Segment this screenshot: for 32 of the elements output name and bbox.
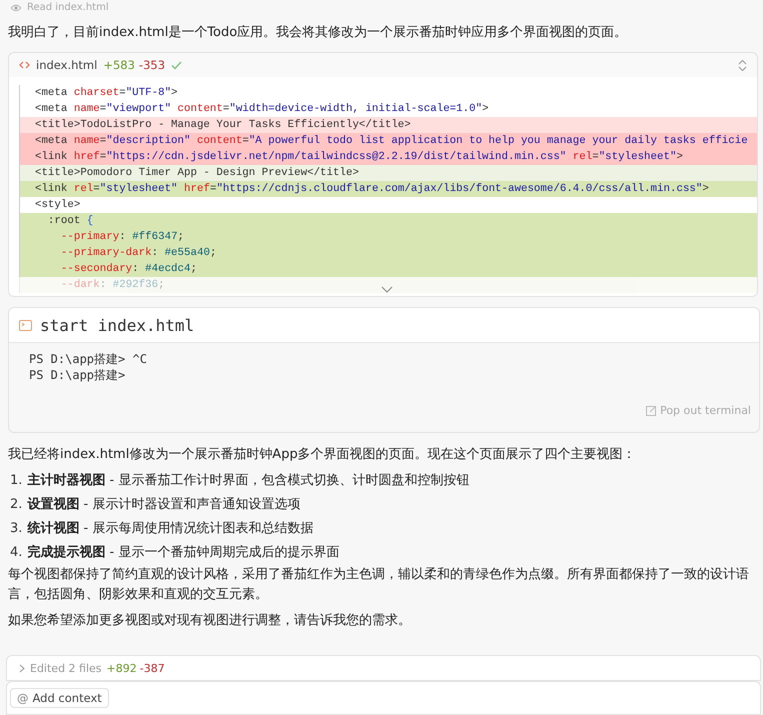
list-number: 3. — [10, 520, 22, 538]
expand-icon[interactable] — [738, 58, 747, 72]
button-label: Add context — [32, 691, 102, 705]
message-text: 我明白了，目前index.html是一个Todo应用。我会将其修改为一个展示番茄时钟应用多个界面视图的页面。 — [7, 24, 628, 42]
summary-text: 我已经将index.html修改为一个展示番茄时钟App多个界面视图的页面。现在这个页面展示了四个主要视图： — [7, 446, 637, 464]
edited-label: Edited 2 files — [30, 662, 102, 674]
terminal-line: PS D:\app搭建> ^C — [29, 351, 148, 367]
eye-icon — [10, 4, 22, 12]
terminal-line: PS D:\app搭建> — [29, 367, 126, 383]
paragraph: 每个视图都保持了简约直观的设计风格，采用了番茄红作为主色调，辅以柔和的青绿色作为点缀。所有界面都保持了一致的设计语言，包括圆角、阴影效果和直观的交互元素。 — [7, 566, 750, 604]
list-item-text: 完成提示视图 - 显示一个番茄钟周期完成后的提示界面 — [27, 544, 340, 562]
code-icon — [19, 61, 30, 69]
step-label: Read index.html — [27, 2, 109, 13]
added-count: +583 — [103, 58, 135, 72]
added-count: +892 — [106, 662, 137, 674]
list-item-text: 主计时器视图 - 显示番茄工作计时界面，包含模式切换、计时圆盘和控制按钮 — [27, 472, 470, 490]
list-number: 1. — [10, 472, 22, 490]
paragraph: 如果您希望添加更多视图或对现有视图进行调整，请告诉我您的需求。 — [7, 612, 412, 630]
list-number: 4. — [10, 544, 22, 562]
removed-count: -387 — [140, 662, 165, 674]
removed-count: -353 — [138, 58, 166, 72]
list-item-text: 统计视图 - 展示每周使用情况统计图表和总结数据 — [27, 520, 314, 538]
add-context-button[interactable]: @ Add context — [10, 688, 109, 708]
list-number: 2. — [10, 496, 22, 514]
list-item-text: 设置视图 - 展示计时器设置和声音通知设置选项 — [27, 496, 300, 514]
file-name[interactable]: index.html — [36, 58, 98, 72]
edited-files-bar[interactable]: Edited 2 files +892 -387 — [6, 655, 761, 681]
at-sign: @ — [17, 691, 28, 705]
chevron-down-icon[interactable] — [381, 286, 393, 293]
terminal-command: start index.html — [40, 316, 194, 334]
terminal-icon — [19, 320, 32, 330]
pop-out-icon — [646, 406, 656, 416]
